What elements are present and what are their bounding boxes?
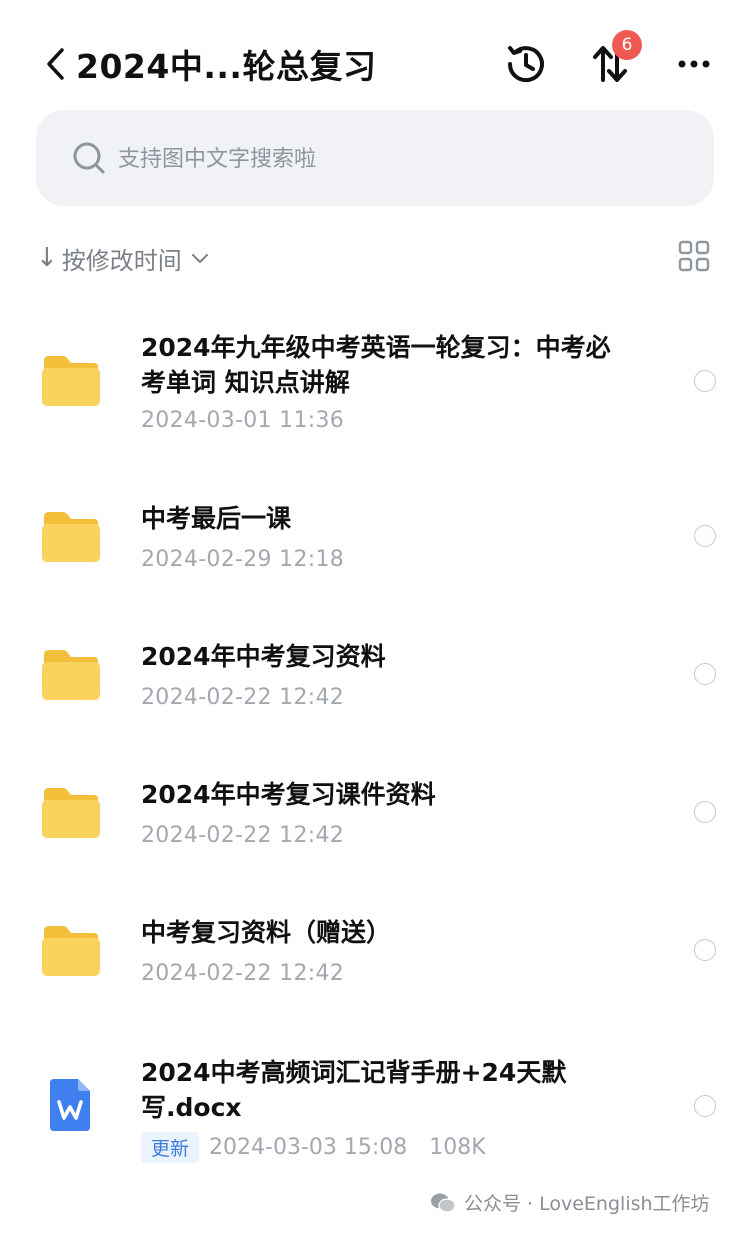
page-title: 2024中...轮总复习 [76, 47, 377, 86]
chevron-down-icon [191, 254, 208, 263]
sort-label: 按修改时间 [61, 246, 182, 275]
search-input[interactable] [116, 138, 680, 180]
list-item[interactable]: 2024年中考复习资料 2024-02-22 12:42 [0, 608, 750, 746]
sort-dropdown[interactable]: ↓ 按修改时间 [36, 238, 210, 278]
file-date: 2024-02-22 12:42 [141, 961, 345, 986]
select-radio[interactable] [694, 370, 716, 392]
search-icon [73, 142, 105, 174]
file-name: 2024中考高频词汇记背手册+24天默写.docx [141, 1058, 567, 1122]
file-date: 2024-03-01 11:36 [141, 408, 345, 433]
file-name: 2024年中考复习课件资料 [141, 780, 436, 809]
watermark: 公众号 · LoveEnglish工作坊 [430, 1189, 710, 1216]
select-radio[interactable] [694, 663, 716, 685]
list-item[interactable]: 2024年中考复习课件资料 2024-02-22 12:42 [0, 746, 750, 884]
chevron-left-icon[interactable] [40, 44, 70, 84]
sort-direction-icon: ↓ [36, 243, 58, 273]
file-name: 中考复习资料（赠送） [141, 918, 392, 947]
word-doc-icon [50, 1079, 90, 1131]
file-date: 2024-02-22 12:42 [141, 685, 345, 710]
folder-icon [42, 926, 100, 976]
file-size: 108K [429, 1135, 486, 1160]
transfer-count-badge: 6 [612, 30, 642, 60]
folder-icon [42, 788, 100, 838]
grid-view-icon[interactable] [678, 240, 710, 272]
file-date: 2024-02-29 12:18 [141, 547, 345, 572]
file-name: 2024年中考复习资料 [141, 642, 386, 671]
file-date: 2024-02-22 12:42 [141, 823, 345, 848]
history-clock-icon[interactable] [502, 40, 550, 88]
file-meta: 更新 2024-03-03 15:08 108K [141, 1132, 486, 1163]
folder-icon [42, 356, 100, 406]
file-name: 中考最后一课 [141, 504, 292, 533]
select-radio[interactable] [694, 939, 716, 961]
list-item[interactable]: 中考最后一课 2024-02-29 12:18 [0, 470, 750, 608]
file-name: 2024年九年级中考英语一轮复习：中考必考单词 知识点讲解 [141, 333, 611, 397]
list-item[interactable]: 2024年九年级中考英语一轮复习：中考必考单词 知识点讲解 2024-03-01… [0, 310, 750, 448]
more-dots-icon[interactable] [672, 40, 720, 88]
wechat-icon [431, 1193, 456, 1213]
file-date: 2024-03-03 15:08 [209, 1135, 408, 1160]
header: 2024中...轮总复习 6 [0, 0, 750, 120]
folder-icon [42, 512, 100, 562]
list-item[interactable]: 中考复习资料（赠送） 2024-02-22 12:42 [0, 884, 750, 1022]
select-radio[interactable] [694, 1095, 716, 1117]
update-tag: 更新 [141, 1132, 200, 1163]
folder-icon [42, 650, 100, 700]
search-bar[interactable] [36, 110, 714, 206]
watermark-text: 公众号 · LoveEnglish工作坊 [464, 1193, 710, 1215]
select-radio[interactable] [694, 525, 716, 547]
select-radio[interactable] [694, 801, 716, 823]
